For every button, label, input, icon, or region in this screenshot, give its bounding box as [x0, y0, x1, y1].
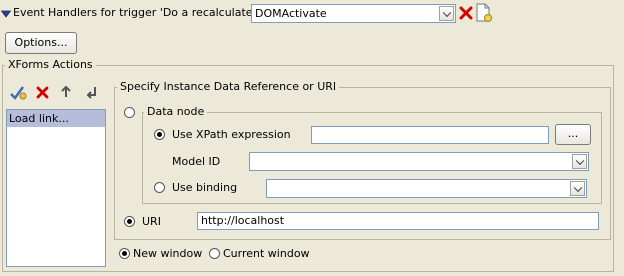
new-window-label: New window: [133, 247, 203, 260]
xforms-actions-title: XForms Actions: [5, 58, 96, 72]
options-button[interactable]: Options...: [5, 32, 77, 54]
add-action-icon[interactable]: [10, 85, 28, 101]
list-item-label: Load link...: [9, 112, 69, 125]
model-id-label: Model ID: [172, 155, 221, 168]
new-document-icon[interactable]: [475, 3, 493, 23]
delete-handler-icon[interactable]: [459, 6, 473, 20]
model-id-select[interactable]: [249, 152, 589, 171]
list-item-selected[interactable]: Load link...: [7, 110, 105, 127]
use-binding-label: Use binding: [172, 181, 238, 194]
current-window-label: Current window: [223, 247, 310, 260]
data-node-label: Data node: [144, 105, 208, 119]
use-binding-radio[interactable]: [154, 182, 165, 193]
event-handlers-label: Event Handlers for trigger 'Do a recalcu…: [13, 6, 282, 19]
xpath-input[interactable]: [311, 126, 549, 144]
event-select[interactable]: DOMActivate: [251, 4, 456, 23]
options-button-label: Options...: [14, 36, 68, 49]
instance-data-title: Specify Instance Data Reference or URI: [117, 80, 340, 94]
browse-button-label: ...: [567, 127, 579, 140]
current-window-radio[interactable]: [209, 248, 220, 259]
uri-label: URI: [142, 215, 161, 228]
expand-arrow-icon[interactable]: [0, 8, 12, 18]
new-window-radio[interactable]: [119, 248, 130, 259]
chevron-down-icon[interactable]: [572, 154, 587, 169]
chevron-down-icon[interactable]: [570, 181, 585, 196]
chevron-down-icon[interactable]: [439, 6, 454, 21]
move-down-icon[interactable]: [84, 85, 98, 99]
delete-action-icon[interactable]: [36, 86, 49, 99]
actions-list[interactable]: Load link...: [6, 109, 106, 267]
uri-radio[interactable]: [124, 216, 135, 227]
data-node-radio[interactable]: [124, 107, 135, 118]
use-xpath-radio[interactable]: [154, 129, 165, 140]
event-select-value: DOMActivate: [255, 7, 327, 20]
move-up-icon[interactable]: [60, 85, 72, 99]
uri-input[interactable]: http://localhost: [197, 212, 599, 230]
use-xpath-label: Use XPath expression: [172, 128, 291, 141]
browse-button[interactable]: ...: [555, 124, 591, 145]
binding-select[interactable]: [266, 179, 587, 198]
